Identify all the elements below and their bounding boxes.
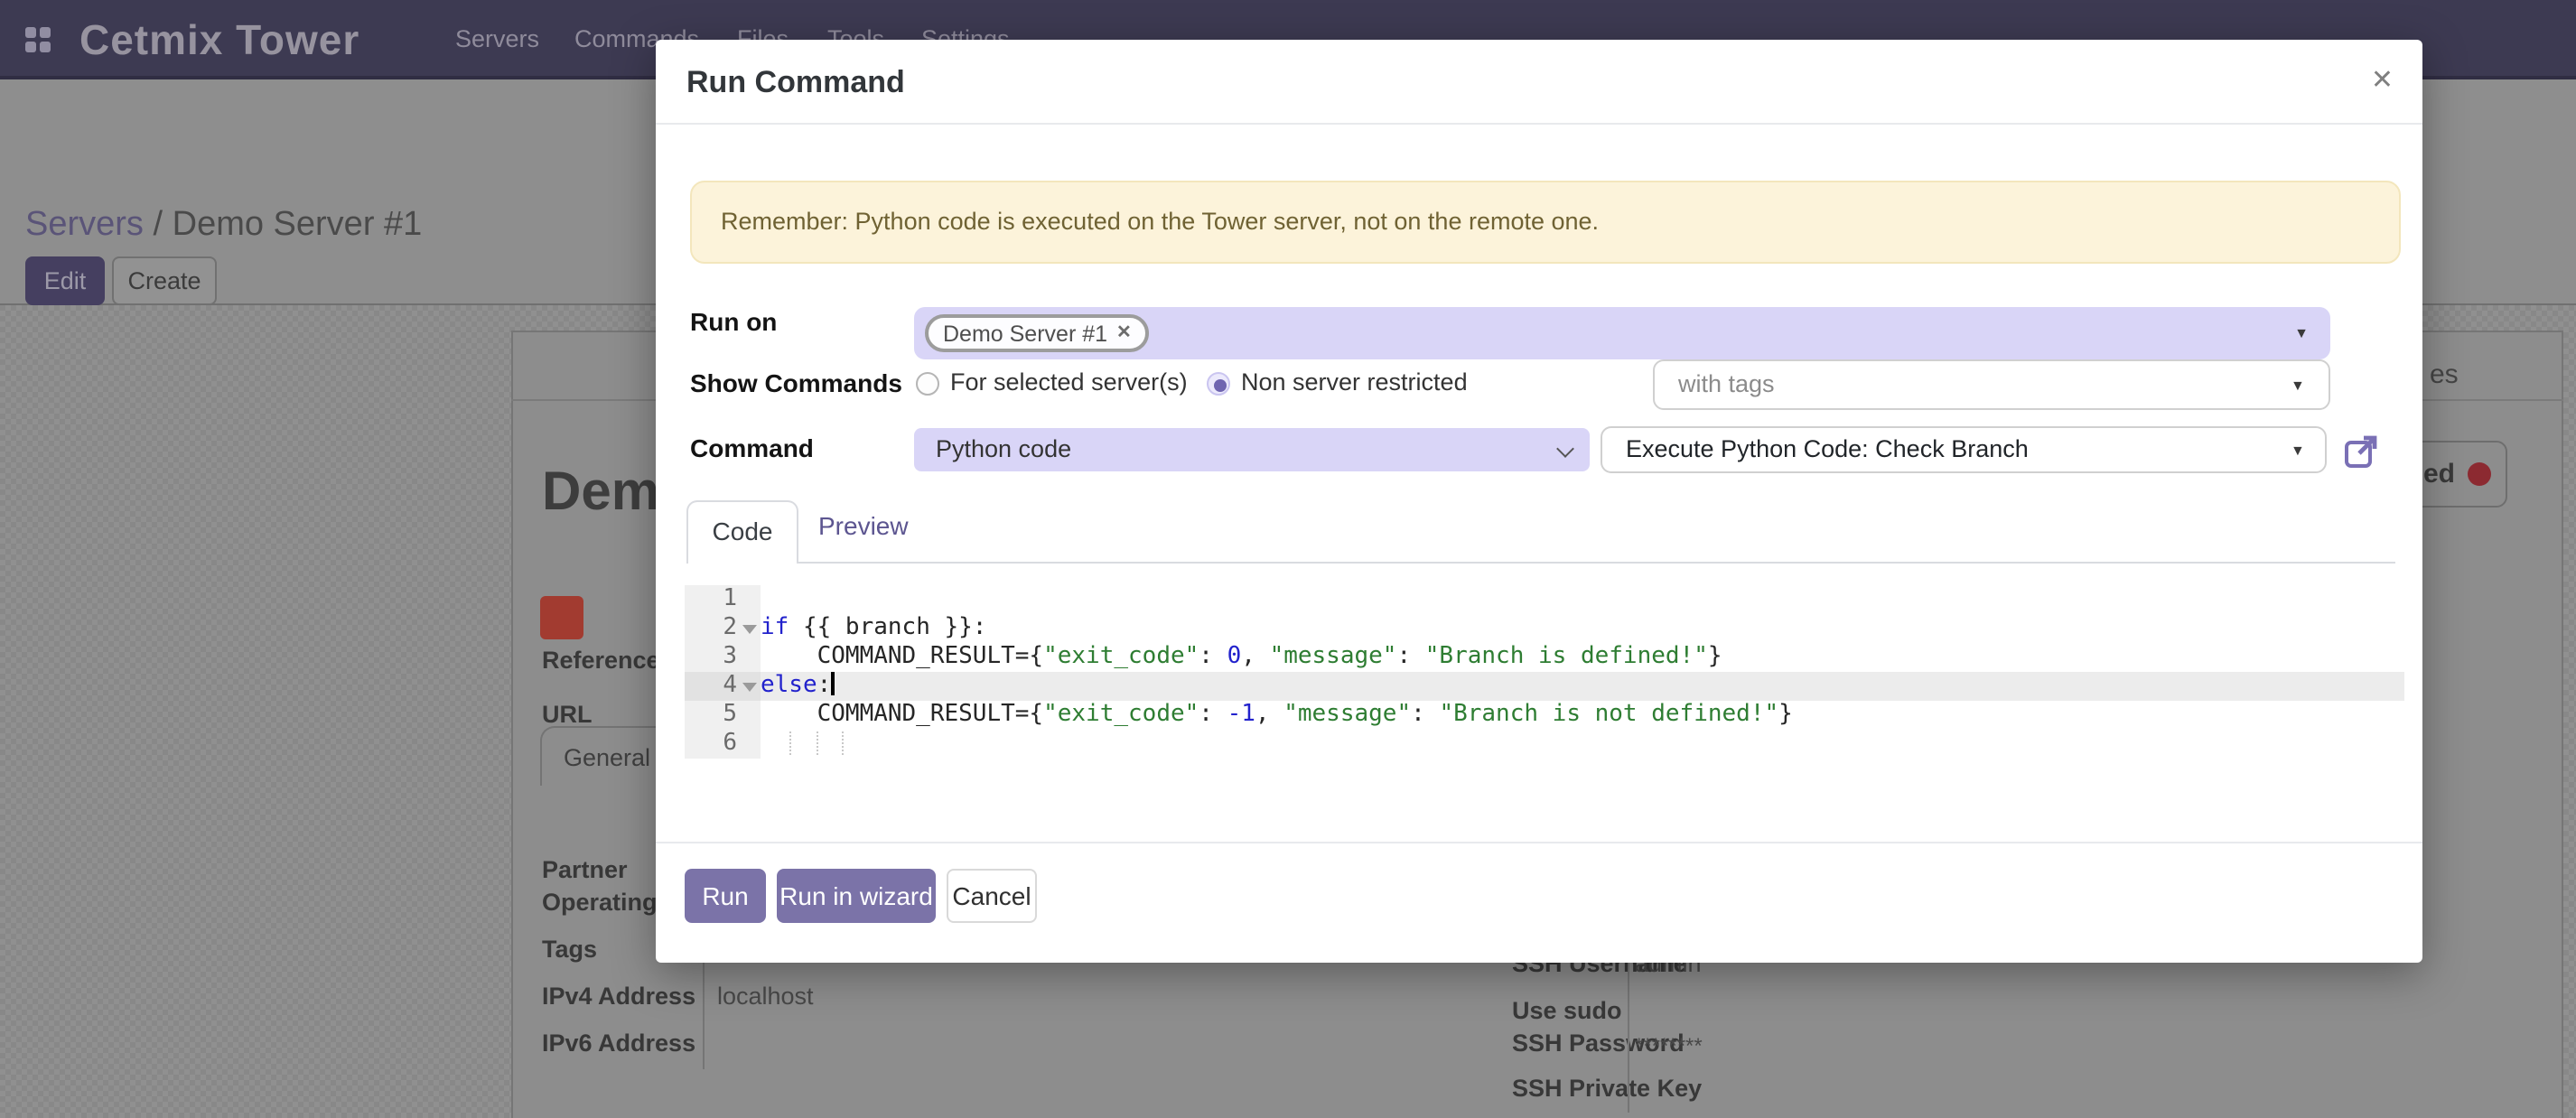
edit-button[interactable]: Edit: [25, 256, 105, 305]
gutter-line-number: 1: [685, 585, 761, 614]
warning-banner: Remember: Python code is executed on the…: [690, 181, 2401, 264]
code-line: if {{ branch }}:: [761, 614, 2404, 643]
command-label: Command: [690, 433, 814, 462]
apps-grid-icon[interactable]: [25, 27, 52, 54]
gutter-line-number: 6: [685, 730, 761, 759]
indent-guide: [842, 731, 844, 755]
code-line: COMMAND_RESULT={"exit_code": -1, "messag…: [761, 701, 2404, 730]
breadcrumb: Servers / Demo Server #1: [25, 206, 422, 246]
fold-caret-icon[interactable]: [742, 683, 757, 692]
code-line: else:: [761, 672, 2404, 701]
run-on-label: Run on: [690, 307, 777, 336]
reference-label: Reference: [542, 647, 660, 674]
code-line: [761, 585, 2404, 614]
tab-preview[interactable]: Preview: [818, 511, 909, 540]
ipv6-label: IPv6 Address: [542, 1029, 695, 1057]
command-select[interactable]: Execute Python Code: Check Branch: [1601, 426, 2327, 473]
create-button[interactable]: Create: [112, 256, 217, 305]
code-editor[interactable]: 123456 if {{ branch }}: COMMAND_RESULT={…: [685, 585, 2404, 759]
operating-system-label: Operating: [542, 889, 658, 916]
radio-for-selected-servers-label[interactable]: For selected server(s): [950, 368, 1188, 396]
run-on-select[interactable]: Demo Server #1 ✕ ▼: [914, 307, 2330, 359]
tabs-divider: [686, 562, 2395, 564]
breadcrumb-separator: /: [144, 206, 173, 244]
ssh-password-value: ********: [1635, 1033, 1703, 1058]
code-line: [761, 730, 2404, 759]
tags-label: Tags: [542, 936, 597, 963]
with-tags-select[interactable]: with tags: [1653, 359, 2330, 410]
gutter-line-number: 4: [685, 672, 761, 701]
ipv4-value: localhost: [717, 983, 814, 1010]
partner-label: Partner: [542, 856, 628, 883]
indent-guide: [817, 731, 818, 755]
indent-guide: [789, 731, 791, 755]
run-in-wizard-button[interactable]: Run in wizard: [777, 869, 936, 923]
chevron-down-icon: ▼: [2291, 377, 2305, 394]
radio-non-server-restricted-label[interactable]: Non server restricted: [1241, 368, 1468, 396]
breadcrumb-servers-link[interactable]: Servers: [25, 206, 144, 244]
modal-footer-divider: [656, 842, 2422, 843]
tab-general[interactable]: General: [540, 726, 674, 786]
brand-title: Cetmix Tower: [79, 0, 359, 79]
show-commands-label: Show Commands: [690, 368, 902, 397]
tag-remove-icon[interactable]: ✕: [1116, 323, 1132, 343]
text-cursor: [831, 672, 834, 695]
server-color-swatch: [540, 596, 583, 639]
breadcrumb-current: Demo Server #1: [173, 206, 423, 244]
url-label: URL: [542, 701, 593, 728]
clipped-header-text: es: [2430, 359, 2459, 390]
ipv4-label: IPv4 Address: [542, 983, 695, 1010]
command-type-select[interactable]: Python code: [914, 428, 1590, 471]
external-link-icon[interactable]: [2343, 433, 2379, 470]
chevron-down-icon: ▼: [2294, 325, 2309, 341]
ssh-private-key-label: SSH Private Key: [1512, 1075, 1702, 1102]
status-dot-icon: [2468, 462, 2491, 486]
use-sudo-label: Use sudo: [1512, 997, 1622, 1024]
run-command-modal: Run Command ✕ Remember: Python code is e…: [656, 40, 2422, 963]
radio-non-server-restricted[interactable]: [1207, 372, 1230, 396]
radio-for-selected-servers[interactable]: [916, 372, 939, 396]
tab-code[interactable]: Code: [686, 500, 798, 564]
gutter-line-number: 2: [685, 614, 761, 643]
server-tag-label: Demo Server #1: [943, 321, 1107, 346]
gutter-line-number: 5: [685, 701, 761, 730]
code-line: COMMAND_RESULT={"exit_code": 0, "message…: [761, 643, 2404, 672]
chevron-down-icon: ▼: [2291, 443, 2305, 459]
modal-header-divider: [656, 123, 2422, 125]
app-root: Cetmix Tower Servers Commands Files Tool…: [0, 0, 2576, 1118]
close-icon[interactable]: ✕: [2371, 63, 2394, 96]
gutter-line-number: 3: [685, 643, 761, 672]
fold-caret-icon[interactable]: [742, 625, 757, 634]
nav-item-servers[interactable]: Servers: [455, 0, 539, 79]
modal-title: Run Command: [686, 65, 905, 101]
editor-gutter: 123456: [685, 585, 761, 759]
server-tag[interactable]: Demo Server #1 ✕: [925, 314, 1150, 352]
run-button[interactable]: Run: [685, 869, 766, 923]
cancel-button[interactable]: Cancel: [947, 869, 1037, 923]
